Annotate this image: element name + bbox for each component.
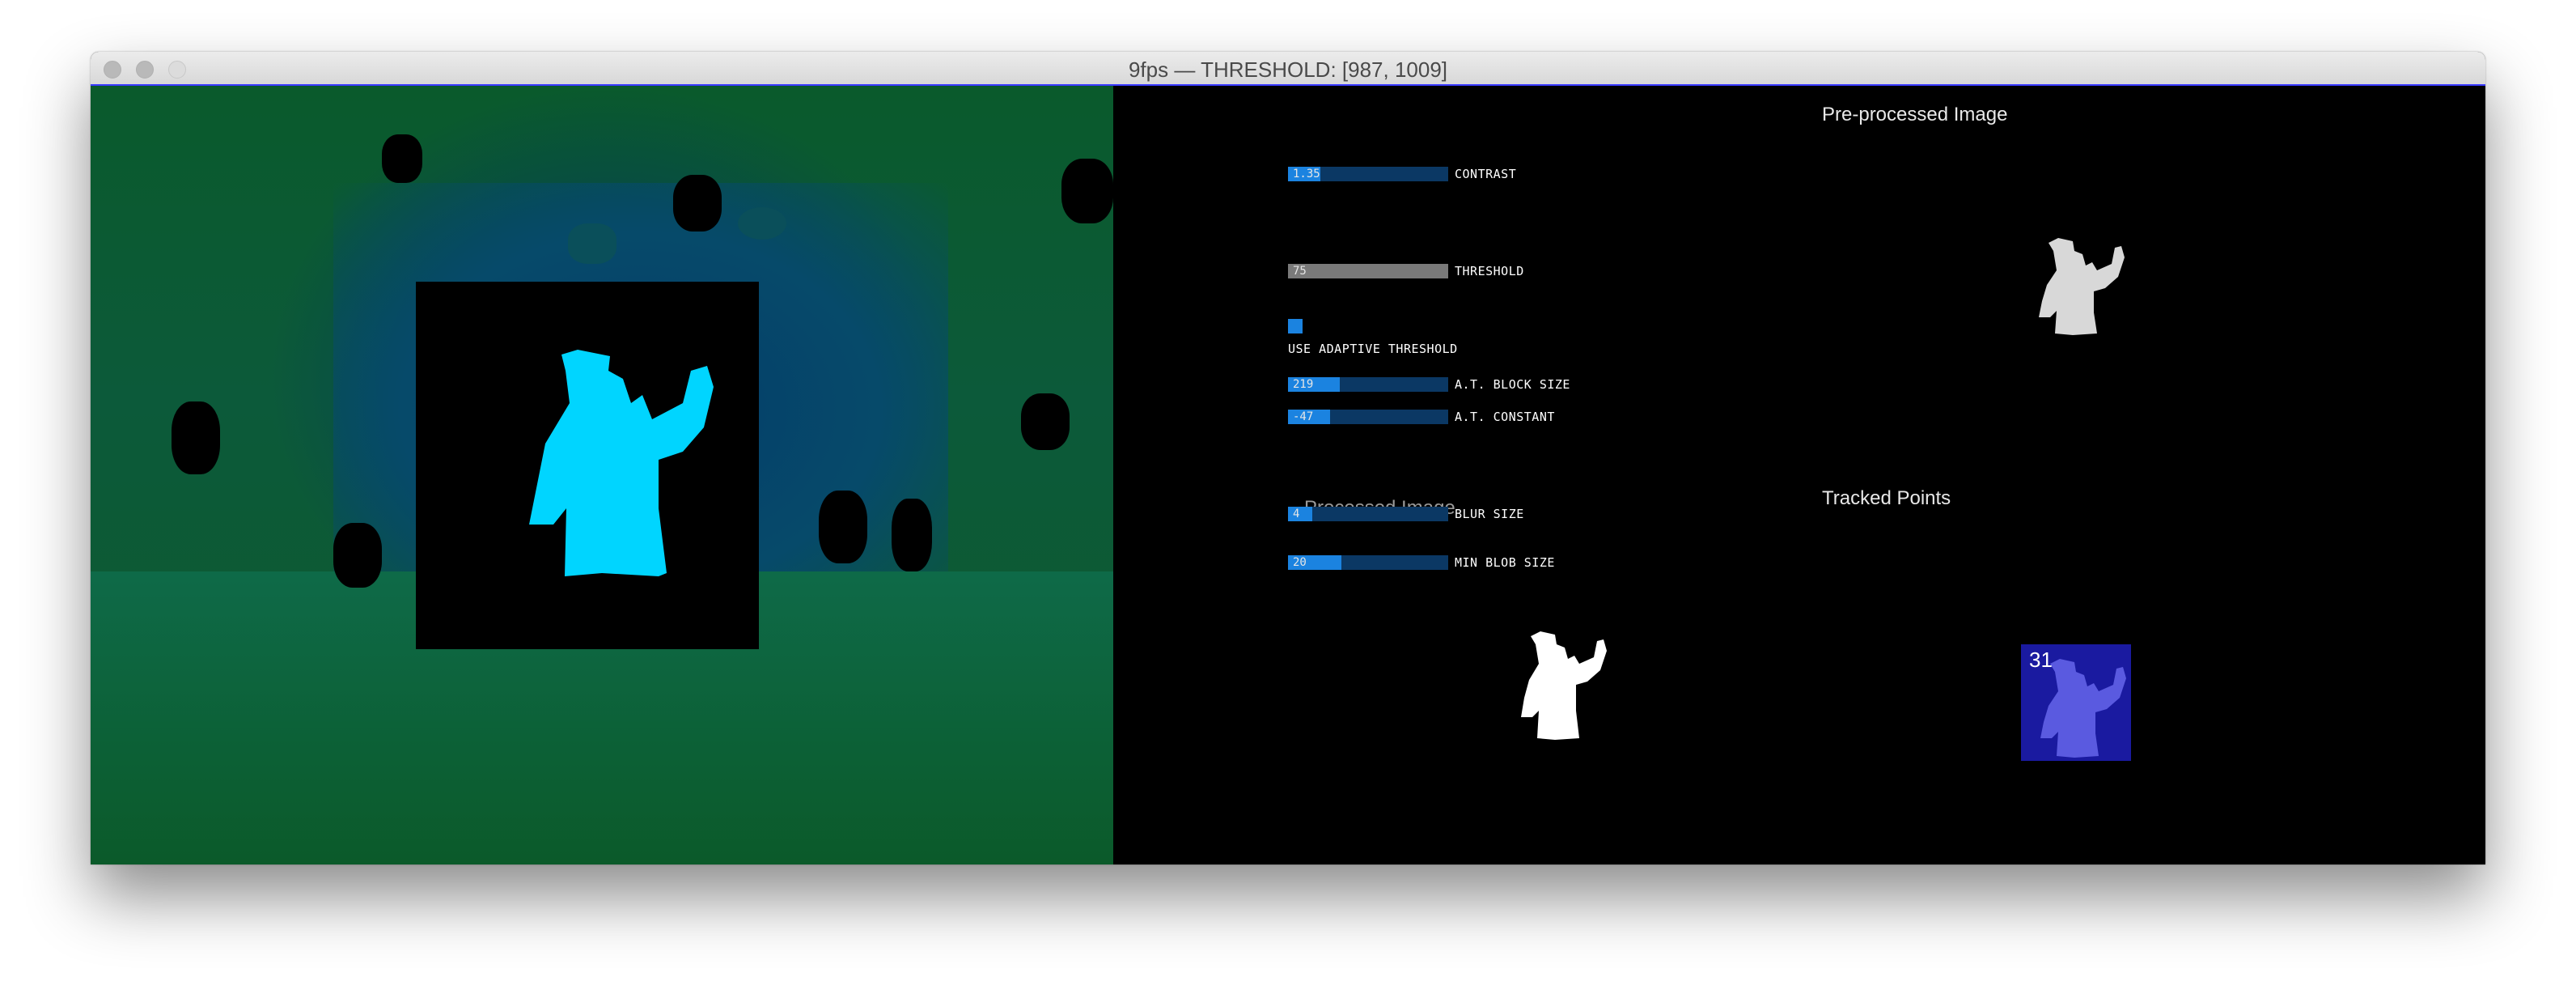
threshold-slider[interactable]: 75 — [1288, 264, 1448, 278]
block-size-value: 219 — [1293, 378, 1314, 391]
window-title: 9fps — THRESHOLD: [987, 1009] — [1128, 57, 1448, 82]
region-of-interest — [416, 282, 759, 649]
contrast-value: 1.35 — [1293, 168, 1320, 181]
depth-noise-blob — [738, 207, 786, 240]
depth-noise-blob — [892, 499, 932, 571]
depth-noise-blob — [172, 401, 220, 474]
constant-slider[interactable]: -47 — [1288, 410, 1448, 424]
depth-noise-blob — [1061, 159, 1113, 223]
blur-size-slider[interactable]: 4 — [1288, 507, 1448, 521]
title-bar[interactable]: 9fps — THRESHOLD: [987, 1009] — [91, 52, 2485, 86]
contrast-label: CONTRAST — [1455, 167, 1517, 181]
min-blob-size-slider[interactable]: 20 — [1288, 555, 1448, 570]
depth-noise-blob — [1021, 393, 1070, 450]
adaptive-threshold-label: USE ADAPTIVE THRESHOLD — [1288, 342, 1458, 356]
processed-image-preview — [1521, 631, 1607, 740]
canvas: 1.35 CONTRAST 75 THRESHOLD USE ADAPTIVE … — [91, 86, 2485, 864]
tracked-blob-id: 31 — [2029, 648, 2053, 672]
min-blob-size-value: 20 — [1293, 556, 1307, 569]
preprocessed-image-title: Pre-processed Image — [1822, 104, 2008, 125]
min-blob-size-label: MIN BLOB SIZE — [1455, 555, 1555, 570]
tracked-points-title: Tracked Points — [1822, 487, 1951, 509]
depth-noise-blob — [673, 175, 722, 232]
depth-camera-view — [91, 86, 1113, 864]
adaptive-threshold-checkbox[interactable] — [1288, 319, 1303, 333]
constant-label: A.T. CONSTANT — [1455, 410, 1555, 424]
depth-noise-blob — [333, 523, 382, 588]
threshold-slider-fill — [1288, 264, 1448, 278]
block-size-slider[interactable]: 219 — [1288, 377, 1448, 392]
constant-value: -47 — [1293, 410, 1314, 423]
block-size-label: A.T. BLOCK SIZE — [1455, 377, 1570, 392]
tracked-blob: 31 — [2021, 644, 2131, 761]
person-silhouette-cyan — [529, 350, 714, 576]
threshold-label: THRESHOLD — [1455, 264, 1524, 278]
depth-noise-blob — [382, 134, 422, 183]
depth-noise-blob — [568, 223, 616, 264]
blur-size-label: BLUR SIZE — [1455, 507, 1524, 521]
contrast-slider[interactable]: 1.35 — [1288, 167, 1448, 181]
screen: 9fps — THRESHOLD: [987, 1009] 1.35 CONTR… — [0, 0, 2576, 994]
threshold-value: 75 — [1293, 265, 1307, 278]
blur-size-slider-fill — [1288, 507, 1312, 521]
app-window: 9fps — THRESHOLD: [987, 1009] 1.35 CONTR… — [91, 52, 2485, 864]
blur-size-value: 4 — [1293, 508, 1300, 520]
preprocessed-image-preview — [2039, 238, 2125, 335]
depth-noise-blob — [819, 491, 867, 563]
